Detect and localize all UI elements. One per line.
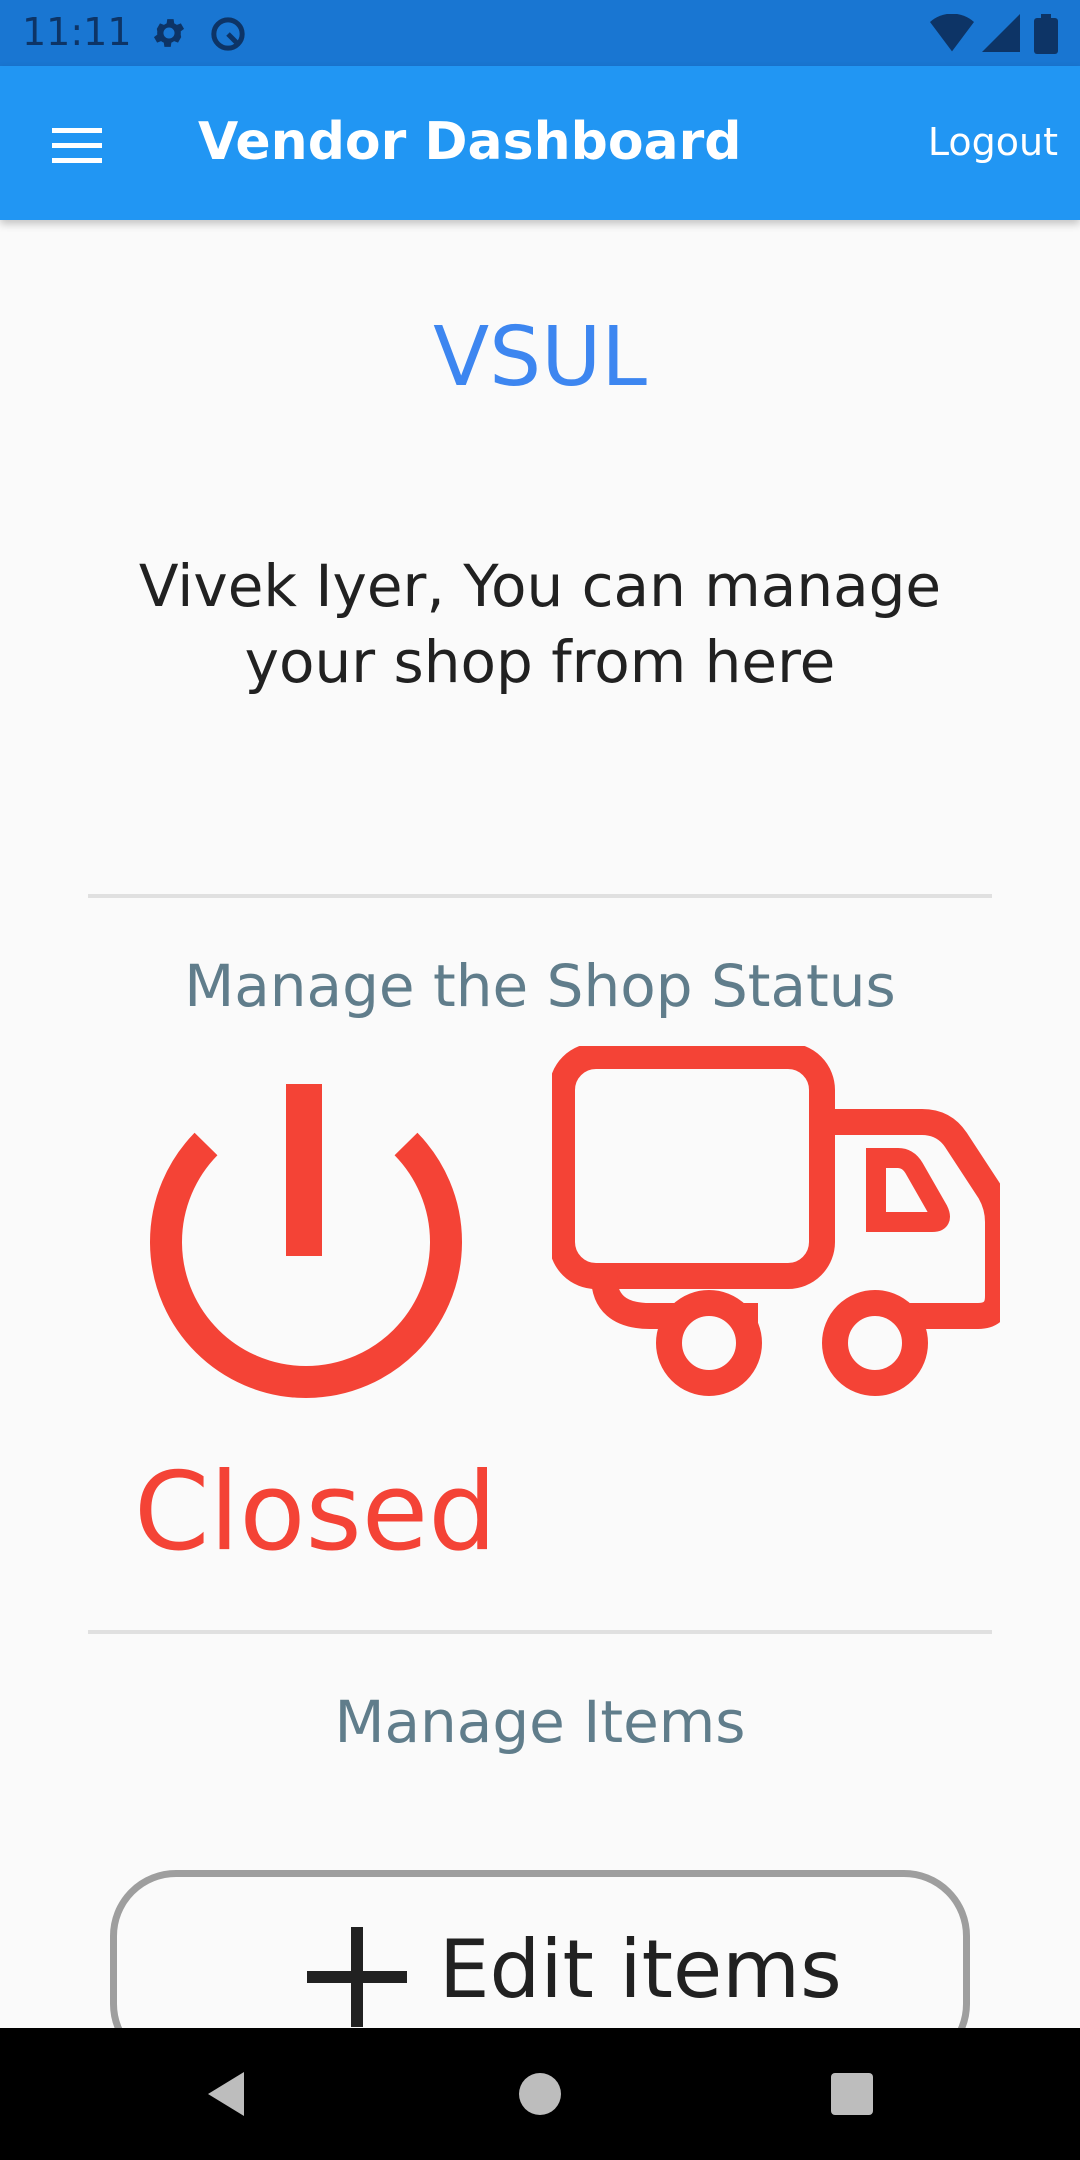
page-title: Vendor Dashboard xyxy=(198,112,742,172)
wifi-icon xyxy=(930,13,974,57)
status-time: 11:11 xyxy=(22,10,132,54)
plus-icon xyxy=(307,1927,407,2027)
status-bar: 11:11 xyxy=(0,0,1080,66)
divider xyxy=(88,894,992,898)
edit-items-label: Edit items xyxy=(439,1923,842,2016)
delivery-toggle-button[interactable] xyxy=(549,1043,1011,1406)
shop-name: VSUL xyxy=(433,310,647,405)
truck-icon xyxy=(549,1043,1011,1396)
shop-status-section-title: Manage the Shop Status xyxy=(184,952,896,1020)
menu-button[interactable] xyxy=(40,116,114,176)
battery-icon xyxy=(1034,14,1058,59)
divider xyxy=(88,1630,992,1634)
items-section-title: Manage Items xyxy=(334,1688,746,1756)
shop-status-text: Closed xyxy=(134,1450,497,1575)
home-icon[interactable] xyxy=(510,2064,570,2129)
shop-status-toggle-button[interactable] xyxy=(140,1076,472,1406)
app-bar: Vendor Dashboard Logout xyxy=(0,66,1080,220)
power-icon xyxy=(150,1084,462,1398)
system-nav-bar xyxy=(0,2028,1080,2160)
logout-button[interactable]: Logout xyxy=(928,120,1058,164)
gear-icon xyxy=(150,14,188,57)
screen: 11:11 Vendor Dashboard Logout VSUL Vivek… xyxy=(0,0,1080,2160)
greeting-text: Vivek Iyer, You can manage your shop fro… xyxy=(138,552,942,696)
hamburger-menu-icon xyxy=(52,128,102,163)
cell-signal-icon xyxy=(982,14,1020,57)
recents-icon[interactable] xyxy=(822,2064,882,2129)
data-saver-icon xyxy=(208,14,248,59)
back-icon[interactable] xyxy=(196,2064,256,2129)
